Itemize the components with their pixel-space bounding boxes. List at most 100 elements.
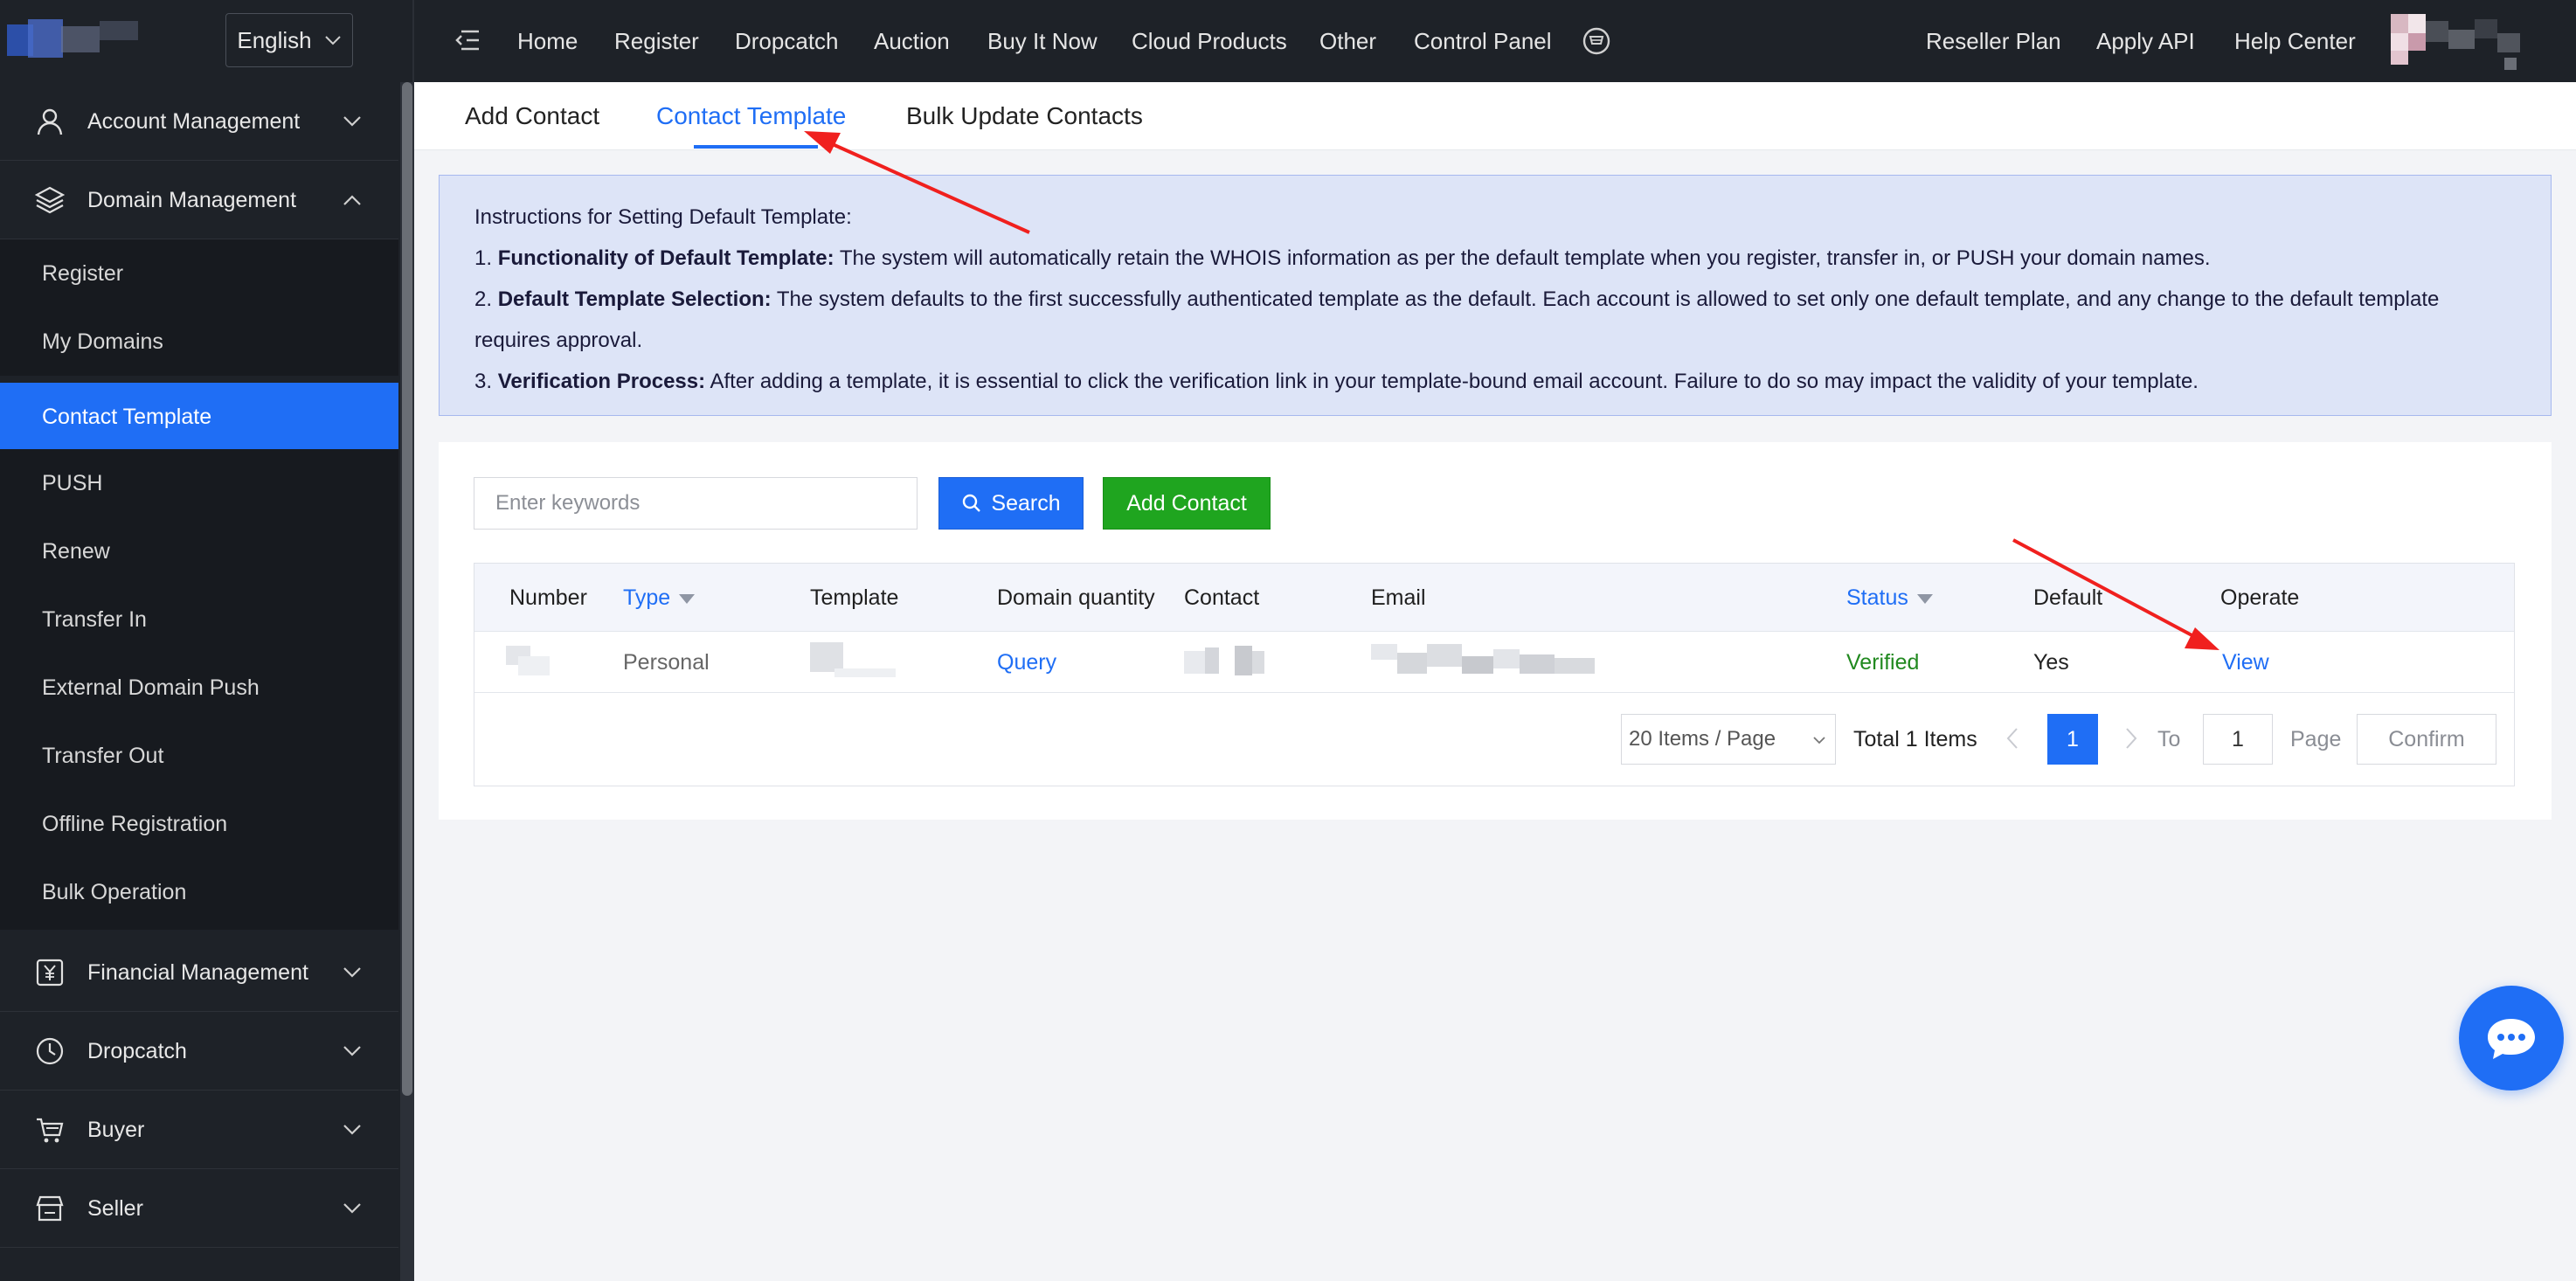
search-button-label: Search (991, 490, 1061, 516)
instructions-panel: Instructions for Setting Default Templat… (439, 175, 2552, 416)
col-email: Email (1371, 585, 1426, 610)
user-icon (37, 108, 63, 135)
sidebar-group-label: Financial Management (87, 960, 308, 985)
cart-icon (37, 1118, 64, 1143)
view-link[interactable]: View (2222, 632, 2269, 693)
sidebar-item-register[interactable]: Register (0, 239, 398, 308)
page-size-value: 20 Items / Page (1629, 727, 1776, 751)
nav-reseller-plan[interactable]: Reseller Plan (1926, 0, 2061, 82)
sidebar-item-push[interactable]: PUSH (0, 449, 398, 517)
sidebar-group-domain-management[interactable]: Domain Management (0, 161, 398, 239)
instruction-line-1: 1. Functionality of Default Template: Th… (474, 246, 2211, 270)
language-selector[interactable]: English (225, 13, 353, 67)
sidebar-item-offline-registration[interactable]: Offline Registration (0, 790, 398, 858)
store-icon (36, 1195, 64, 1222)
menu-toggle-icon[interactable] (454, 28, 481, 52)
table-row: Personal Query Verified Yes View (474, 632, 2514, 693)
chat-support-button[interactable] (2459, 986, 2564, 1091)
redacted-email (1371, 644, 1598, 679)
nav-register[interactable]: Register (614, 0, 699, 82)
chevron-down-icon (343, 116, 361, 127)
chevron-right-icon[interactable] (2124, 726, 2138, 751)
sidebar-group-label: Account Management (87, 109, 301, 134)
contact-template-table: Number Type Template Domain quantity Con… (474, 563, 2515, 786)
sidebar-group-buyer[interactable]: Buyer (0, 1091, 398, 1169)
nav-other[interactable]: Other (1319, 0, 1376, 82)
sort-caret-icon[interactable] (679, 593, 696, 604)
tab-add-contact[interactable]: Add Contact (465, 82, 599, 150)
sidebar-scrollbar-thumb[interactable] (402, 82, 412, 1096)
chevron-down-icon (343, 1046, 361, 1056)
chevron-down-icon (1813, 737, 1825, 744)
sidebar-group-dropcatch[interactable]: Dropcatch (0, 1012, 398, 1091)
col-operate: Operate (2220, 585, 2300, 610)
nav-apply-api[interactable]: Apply API (2096, 0, 2195, 82)
sort-caret-icon[interactable] (1916, 593, 1933, 604)
instructions-title: Instructions for Setting Default Templat… (474, 205, 852, 229)
page-number-current[interactable]: 1 (2047, 714, 2098, 765)
redacted-number (506, 640, 555, 681)
col-template: Template (810, 585, 899, 610)
chevron-down-icon (324, 36, 341, 45)
sidebar-item-transfer-out[interactable]: Transfer Out (0, 722, 398, 790)
chevron-up-icon (343, 195, 361, 205)
divider (412, 0, 414, 82)
sidebar: Account Management Domain Management Reg… (0, 82, 414, 1281)
user-avatar[interactable] (2391, 14, 2531, 79)
status-badge: Verified (1846, 650, 1920, 675)
nav-buy-it-now[interactable]: Buy It Now (987, 0, 1098, 82)
sidebar-group-financial-management[interactable]: Financial Management (0, 933, 398, 1012)
col-status[interactable]: Status (1846, 564, 1933, 632)
tab-contact-template[interactable]: Contact Template (656, 82, 846, 150)
chevron-down-icon (343, 967, 361, 978)
nav-help-center[interactable]: Help Center (2234, 0, 2356, 82)
cell-default: Yes (2033, 650, 2069, 675)
col-domain-quantity: Domain quantity (997, 585, 1155, 610)
table-header: Number Type Template Domain quantity Con… (474, 564, 2514, 632)
cart-icon[interactable] (1582, 26, 1611, 56)
sidebar-item-external-domain-push[interactable]: External Domain Push (0, 654, 398, 722)
query-link[interactable]: Query (997, 632, 1056, 693)
site-logo[interactable] (7, 17, 147, 59)
confirm-button[interactable]: Confirm (2357, 714, 2496, 765)
instruction-line-2: 2. Default Template Selection: The syste… (474, 287, 2440, 311)
sidebar-group-label: Domain Management (87, 188, 297, 212)
col-type[interactable]: Type (623, 564, 696, 632)
nav-home[interactable]: Home (517, 0, 578, 82)
chevron-down-icon (343, 1125, 361, 1135)
tab-bar: Add Contact Contact Template Bulk Update… (414, 82, 2576, 150)
clock-icon (36, 1037, 64, 1065)
sidebar-item-bulk-operation[interactable]: Bulk Operation (0, 858, 398, 930)
goto-page-input[interactable] (2203, 714, 2273, 765)
nav-control-panel[interactable]: Control Panel (1414, 0, 1552, 82)
nav-auction[interactable]: Auction (874, 0, 950, 82)
page-size-select[interactable]: 20 Items / Page (1621, 714, 1836, 765)
sidebar-group-label: Buyer (87, 1118, 145, 1142)
add-contact-button[interactable]: Add Contact (1103, 477, 1271, 530)
instruction-line-2-continued: requires approval. (474, 329, 643, 352)
instruction-line-3: 3. Verification Process: After adding a … (474, 370, 2199, 393)
sidebar-group-account-management[interactable]: Account Management (0, 82, 398, 161)
search-input[interactable] (474, 477, 918, 530)
sidebar-item-my-domains[interactable]: My Domains (0, 308, 398, 376)
top-navigation-bar: English Home Register Dropcatch Auction … (0, 0, 2576, 82)
chat-icon (2488, 1019, 2535, 1059)
nav-dropcatch[interactable]: Dropcatch (735, 0, 839, 82)
active-tab-indicator (694, 145, 818, 149)
redacted-template (810, 642, 897, 681)
goto-label: To (2157, 727, 2181, 751)
yen-icon (36, 959, 64, 987)
search-button[interactable]: Search (938, 477, 1084, 530)
language-label: English (237, 26, 312, 53)
search-icon (963, 494, 981, 512)
chevron-down-icon (343, 1203, 361, 1214)
sidebar-item-renew[interactable]: Renew (0, 517, 398, 585)
sidebar-item-transfer-in[interactable]: Transfer In (0, 585, 398, 654)
nav-cloud-products[interactable]: Cloud Products (1132, 0, 1287, 82)
tab-bulk-update-contacts[interactable]: Bulk Update Contacts (906, 82, 1143, 150)
sidebar-item-contact-template[interactable]: Contact Template (0, 383, 398, 451)
col-default: Default (2033, 585, 2103, 610)
sidebar-group-seller[interactable]: Seller (0, 1169, 398, 1248)
chevron-left-icon[interactable] (2005, 726, 2019, 751)
layers-icon (35, 186, 65, 214)
